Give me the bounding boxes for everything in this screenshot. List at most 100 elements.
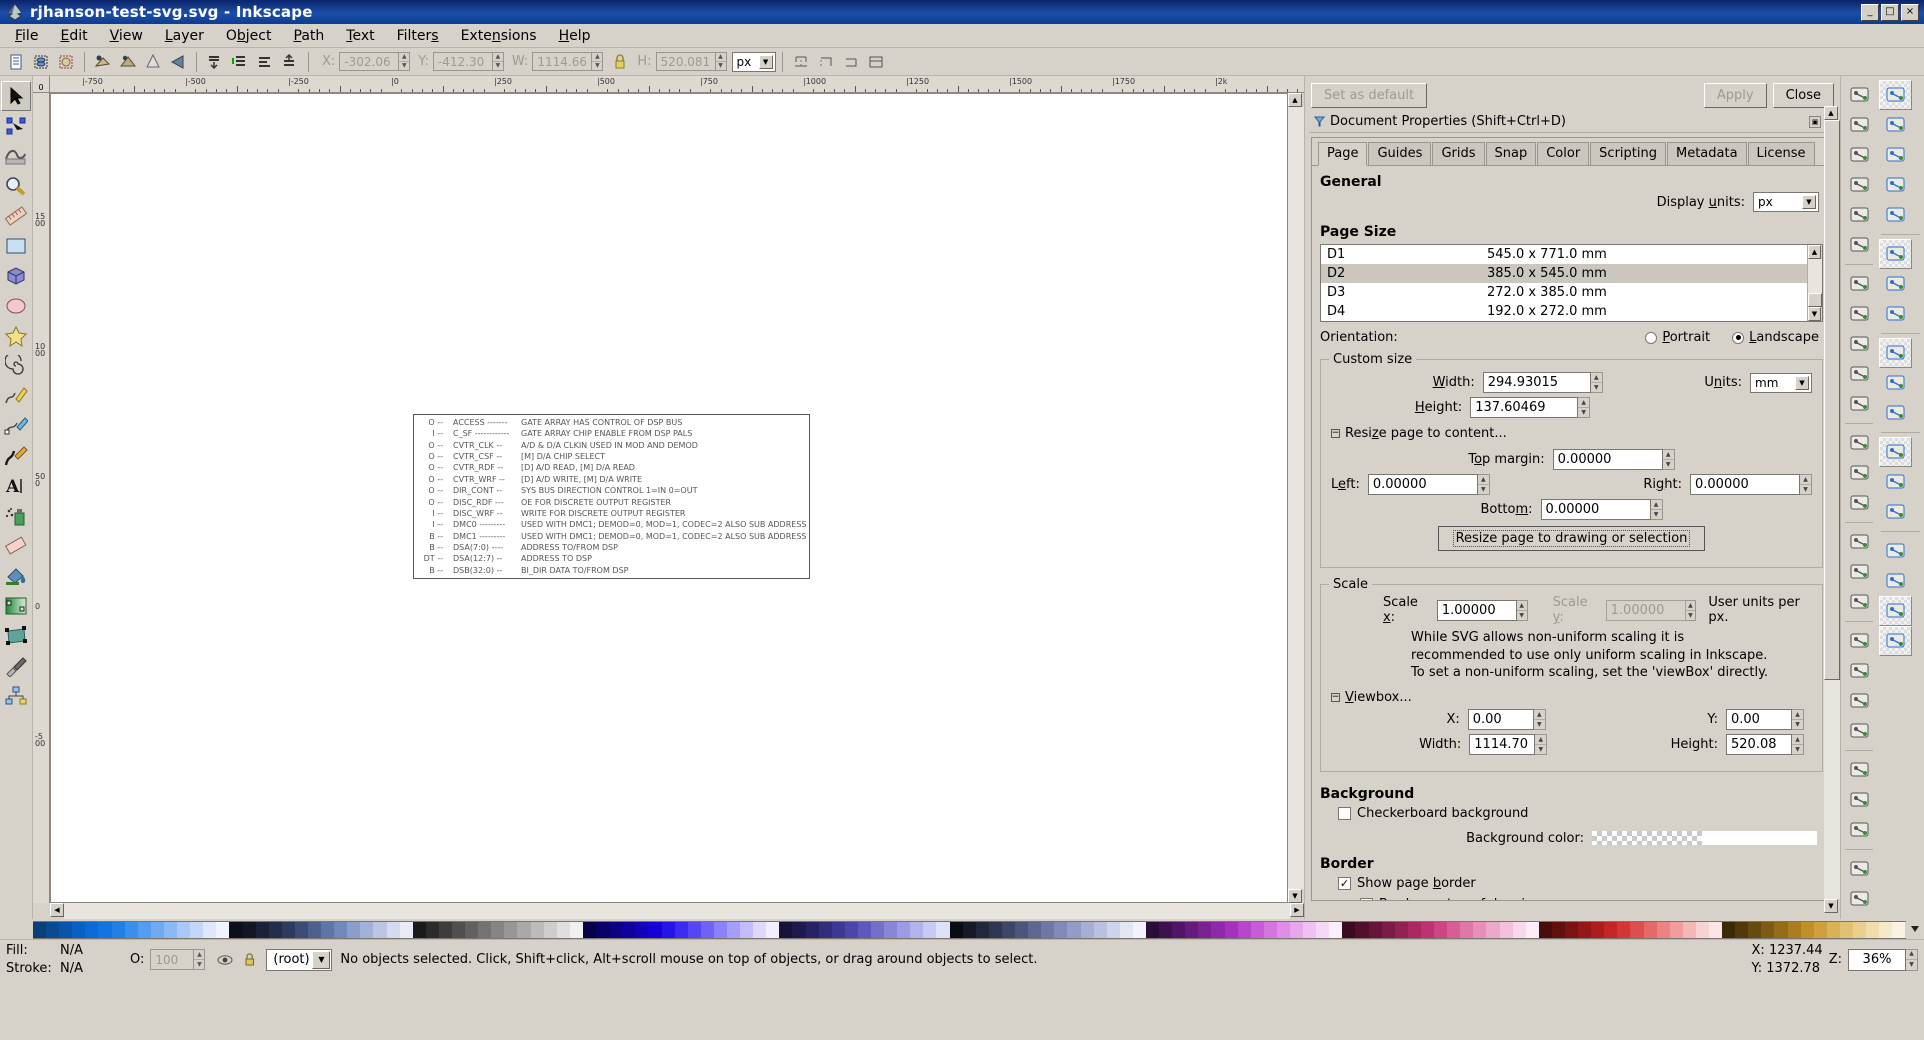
lower-to-bottom-icon[interactable] <box>203 50 227 74</box>
palette-swatch[interactable] <box>1539 922 1552 938</box>
palette-swatch[interactable] <box>1604 922 1617 938</box>
undo-icon[interactable] <box>1843 269 1876 299</box>
palette-swatch[interactable] <box>1238 922 1251 938</box>
palette-swatch[interactable] <box>1159 922 1172 938</box>
left-input[interactable]: 0.00000 <box>1368 474 1478 495</box>
lock-icon[interactable] <box>243 952 256 967</box>
import-icon[interactable] <box>1843 200 1876 230</box>
viewbox-x-input[interactable]: 0.00 <box>1468 709 1534 730</box>
palette-swatch[interactable] <box>112 922 125 938</box>
dock-vertical-scrollbar[interactable]: ▲ ▼ <box>1824 106 1840 913</box>
flip-horizontal-icon[interactable] <box>789 50 813 74</box>
palette-swatch[interactable] <box>989 922 1002 938</box>
tab-scripting[interactable]: Scripting <box>1590 142 1666 165</box>
palette-swatch[interactable] <box>1264 922 1277 938</box>
palette-swatch[interactable] <box>164 922 177 938</box>
snap-cusp-node-icon[interactable] <box>1879 338 1912 368</box>
palette-swatch[interactable] <box>1211 922 1224 938</box>
page-size-row[interactable]: D1545.0 x 771.0 mm <box>1321 245 1807 264</box>
palette-swatch[interactable] <box>177 922 190 938</box>
group-icon[interactable] <box>1843 626 1876 656</box>
palette-swatch[interactable] <box>1709 922 1722 938</box>
chevron-down-icon[interactable]: ▼ <box>312 951 330 969</box>
palette-swatch[interactable] <box>1382 922 1395 938</box>
viewbox-width-input[interactable]: 1114.70 <box>1469 734 1535 755</box>
fill-stroke-icon[interactable] <box>1843 686 1876 716</box>
palette-swatch[interactable] <box>871 922 884 938</box>
palette-swatch[interactable] <box>1748 922 1761 938</box>
y-spinner[interactable]: -412.30 ▲▼ <box>433 52 504 71</box>
selector-tool[interactable] <box>1 81 31 111</box>
palette-swatch[interactable] <box>33 922 46 938</box>
palette-swatch[interactable] <box>1644 922 1657 938</box>
raise-to-top-icon[interactable] <box>278 50 302 74</box>
palette-swatch[interactable] <box>1146 922 1159 938</box>
palette-swatch[interactable] <box>1696 922 1709 938</box>
snap-bbox-edge-midpoint-icon[interactable] <box>1879 200 1912 230</box>
star-tool[interactable] <box>1 321 31 351</box>
bezier-tool[interactable] <box>1 411 31 441</box>
eraser-tool[interactable] <box>1 531 31 561</box>
snap-grid-icon[interactable] <box>1879 596 1912 626</box>
palette-swatch[interactable] <box>701 922 714 938</box>
palette-swatch[interactable] <box>923 922 936 938</box>
palette-swatch[interactable] <box>1814 922 1827 938</box>
palette-swatch[interactable] <box>190 922 203 938</box>
scroll-right-button[interactable]: ▶ <box>1290 903 1304 917</box>
menu-path[interactable]: Path <box>282 25 335 47</box>
palette-swatch[interactable] <box>1761 922 1774 938</box>
w-spinner[interactable]: 1114.66 ▲▼ <box>532 52 603 71</box>
ruler-corner[interactable]: 0 <box>33 76 50 93</box>
palette-swatch[interactable] <box>1028 922 1041 938</box>
snap-object-center-icon[interactable] <box>1879 467 1912 497</box>
units-select[interactable]: mm ▼ <box>1750 373 1812 393</box>
landscape-radio[interactable]: Landscape <box>1732 330 1819 345</box>
xml-editor-icon[interactable] <box>1843 785 1876 815</box>
palette-swatch[interactable] <box>1774 922 1787 938</box>
eye-icon[interactable] <box>217 953 233 967</box>
tab-license[interactable]: License <box>1748 142 1815 165</box>
page-size-row[interactable]: D4192.0 x 272.0 mm <box>1321 302 1807 321</box>
tab-snap[interactable]: Snap <box>1486 142 1537 165</box>
palette-swatch[interactable] <box>766 922 779 938</box>
palette-swatch[interactable] <box>1355 922 1368 938</box>
viewbox-y-input[interactable]: 0.00 <box>1726 709 1792 730</box>
palette-swatch[interactable] <box>1722 922 1735 938</box>
canvas-horizontal-scrollbar[interactable]: ◀ ▶ <box>50 903 1304 919</box>
mesh-gradient-tool[interactable] <box>1 621 31 651</box>
snap-enable-icon[interactable] <box>1879 80 1912 110</box>
group-icon[interactable] <box>864 50 888 74</box>
palette-swatch[interactable] <box>517 922 530 938</box>
background-color-swatch[interactable] <box>1702 831 1817 845</box>
scroll-up-button[interactable]: ▲ <box>1288 93 1302 107</box>
tab-guides[interactable]: Guides <box>1368 142 1431 165</box>
page-size-row[interactable]: D3272.0 x 385.0 mm <box>1321 283 1807 302</box>
palette-swatch[interactable] <box>1552 922 1565 938</box>
float-window-icon[interactable]: ▣ <box>1809 116 1821 128</box>
palette-swatch[interactable] <box>1788 922 1801 938</box>
palette-swatch[interactable] <box>269 922 282 938</box>
scroll-up-button[interactable]: ▲ <box>1808 245 1821 259</box>
palette-swatch[interactable] <box>1565 922 1578 938</box>
scroll-left-button[interactable]: ◀ <box>50 903 64 917</box>
tweak-tool[interactable] <box>1 141 31 171</box>
scroll-up-button[interactable]: ▲ <box>1824 106 1838 120</box>
palette-menu-button[interactable] <box>1906 919 1924 939</box>
opacity-stepper[interactable]: ▲▼ <box>193 950 204 969</box>
palette-swatch[interactable] <box>1081 922 1094 938</box>
palette-swatch[interactable] <box>282 922 295 938</box>
palette-swatch[interactable] <box>897 922 910 938</box>
palette-swatch[interactable] <box>1801 922 1814 938</box>
layer-selector[interactable]: (root) ▼ <box>266 949 332 971</box>
fill-stroke-indicator[interactable]: Fill:N/A Stroke:N/A <box>0 942 120 977</box>
palette-swatch[interactable] <box>321 922 334 938</box>
top-margin-stepper[interactable]: ▲▼ <box>1663 449 1675 470</box>
y-stepper[interactable]: ▲▼ <box>492 53 503 70</box>
palette-swatch[interactable] <box>1277 922 1290 938</box>
lower-icon[interactable] <box>253 50 277 74</box>
tab-color[interactable]: Color <box>1537 142 1589 165</box>
palette-swatch[interactable] <box>1840 922 1853 938</box>
display-units-select[interactable]: px ▼ <box>1753 192 1819 212</box>
pin-icon[interactable] <box>1313 115 1326 128</box>
tab-grids[interactable]: Grids <box>1432 142 1484 165</box>
